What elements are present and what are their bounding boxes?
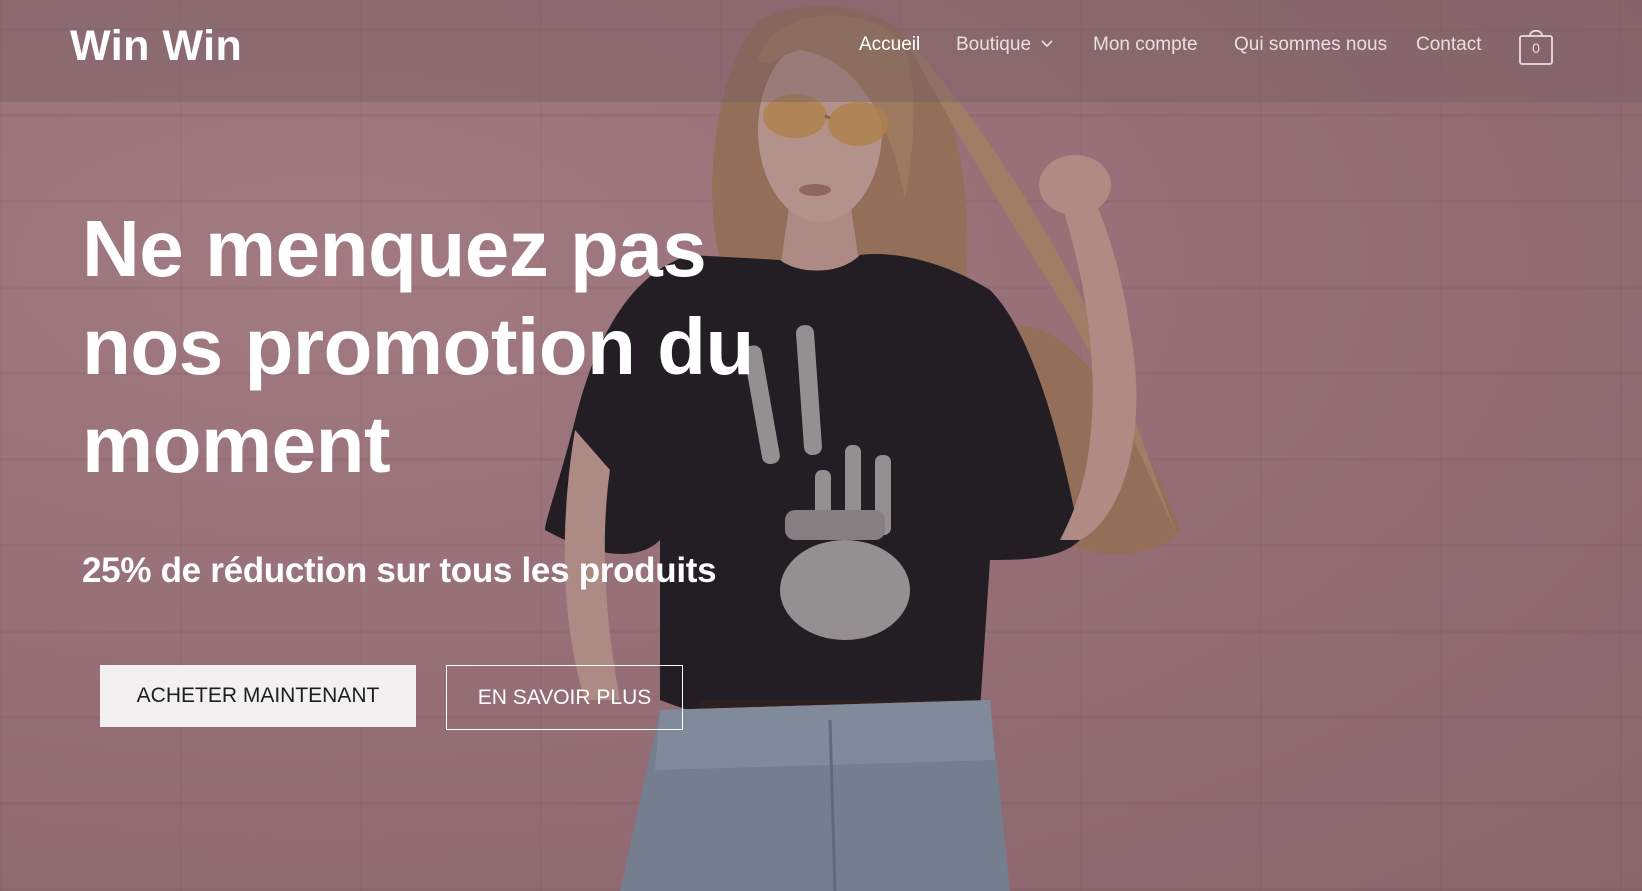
learn-more-button[interactable]: EN SAVOIR PLUS [446, 665, 683, 730]
site-logo[interactable]: Win Win [70, 22, 242, 71]
nav-item-mon-compte[interactable]: Mon compte [1093, 34, 1198, 56]
nav-item-qui-sommes-nous[interactable]: Qui sommes nous [1234, 34, 1387, 56]
hero-title: Ne menquez pas nos promotion du moment [82, 200, 782, 494]
page: Win Win Accueil Boutique Mon compte Qui … [0, 0, 1642, 891]
nav-item-contact[interactable]: Contact [1416, 34, 1481, 56]
hero-title-line: moment [82, 400, 391, 489]
cart-button[interactable]: 0 [1519, 26, 1553, 66]
nav-item-label: Boutique [956, 34, 1032, 56]
hero-subtitle: 25% de réduction sur tous les produits [82, 551, 717, 590]
nav-item-accueil[interactable]: Accueil [859, 34, 920, 56]
nav-item-boutique[interactable]: Boutique [956, 34, 1053, 56]
site-header: Win Win Accueil Boutique Mon compte Qui … [0, 0, 1642, 102]
hero-title-line: nos promotion du [82, 302, 754, 391]
hero-title-line: Ne menquez pas [82, 204, 707, 293]
chevron-down-icon [1041, 32, 1053, 54]
cart-count: 0 [1532, 40, 1540, 56]
buy-now-button[interactable]: ACHETER MAINTENANT [100, 665, 416, 727]
